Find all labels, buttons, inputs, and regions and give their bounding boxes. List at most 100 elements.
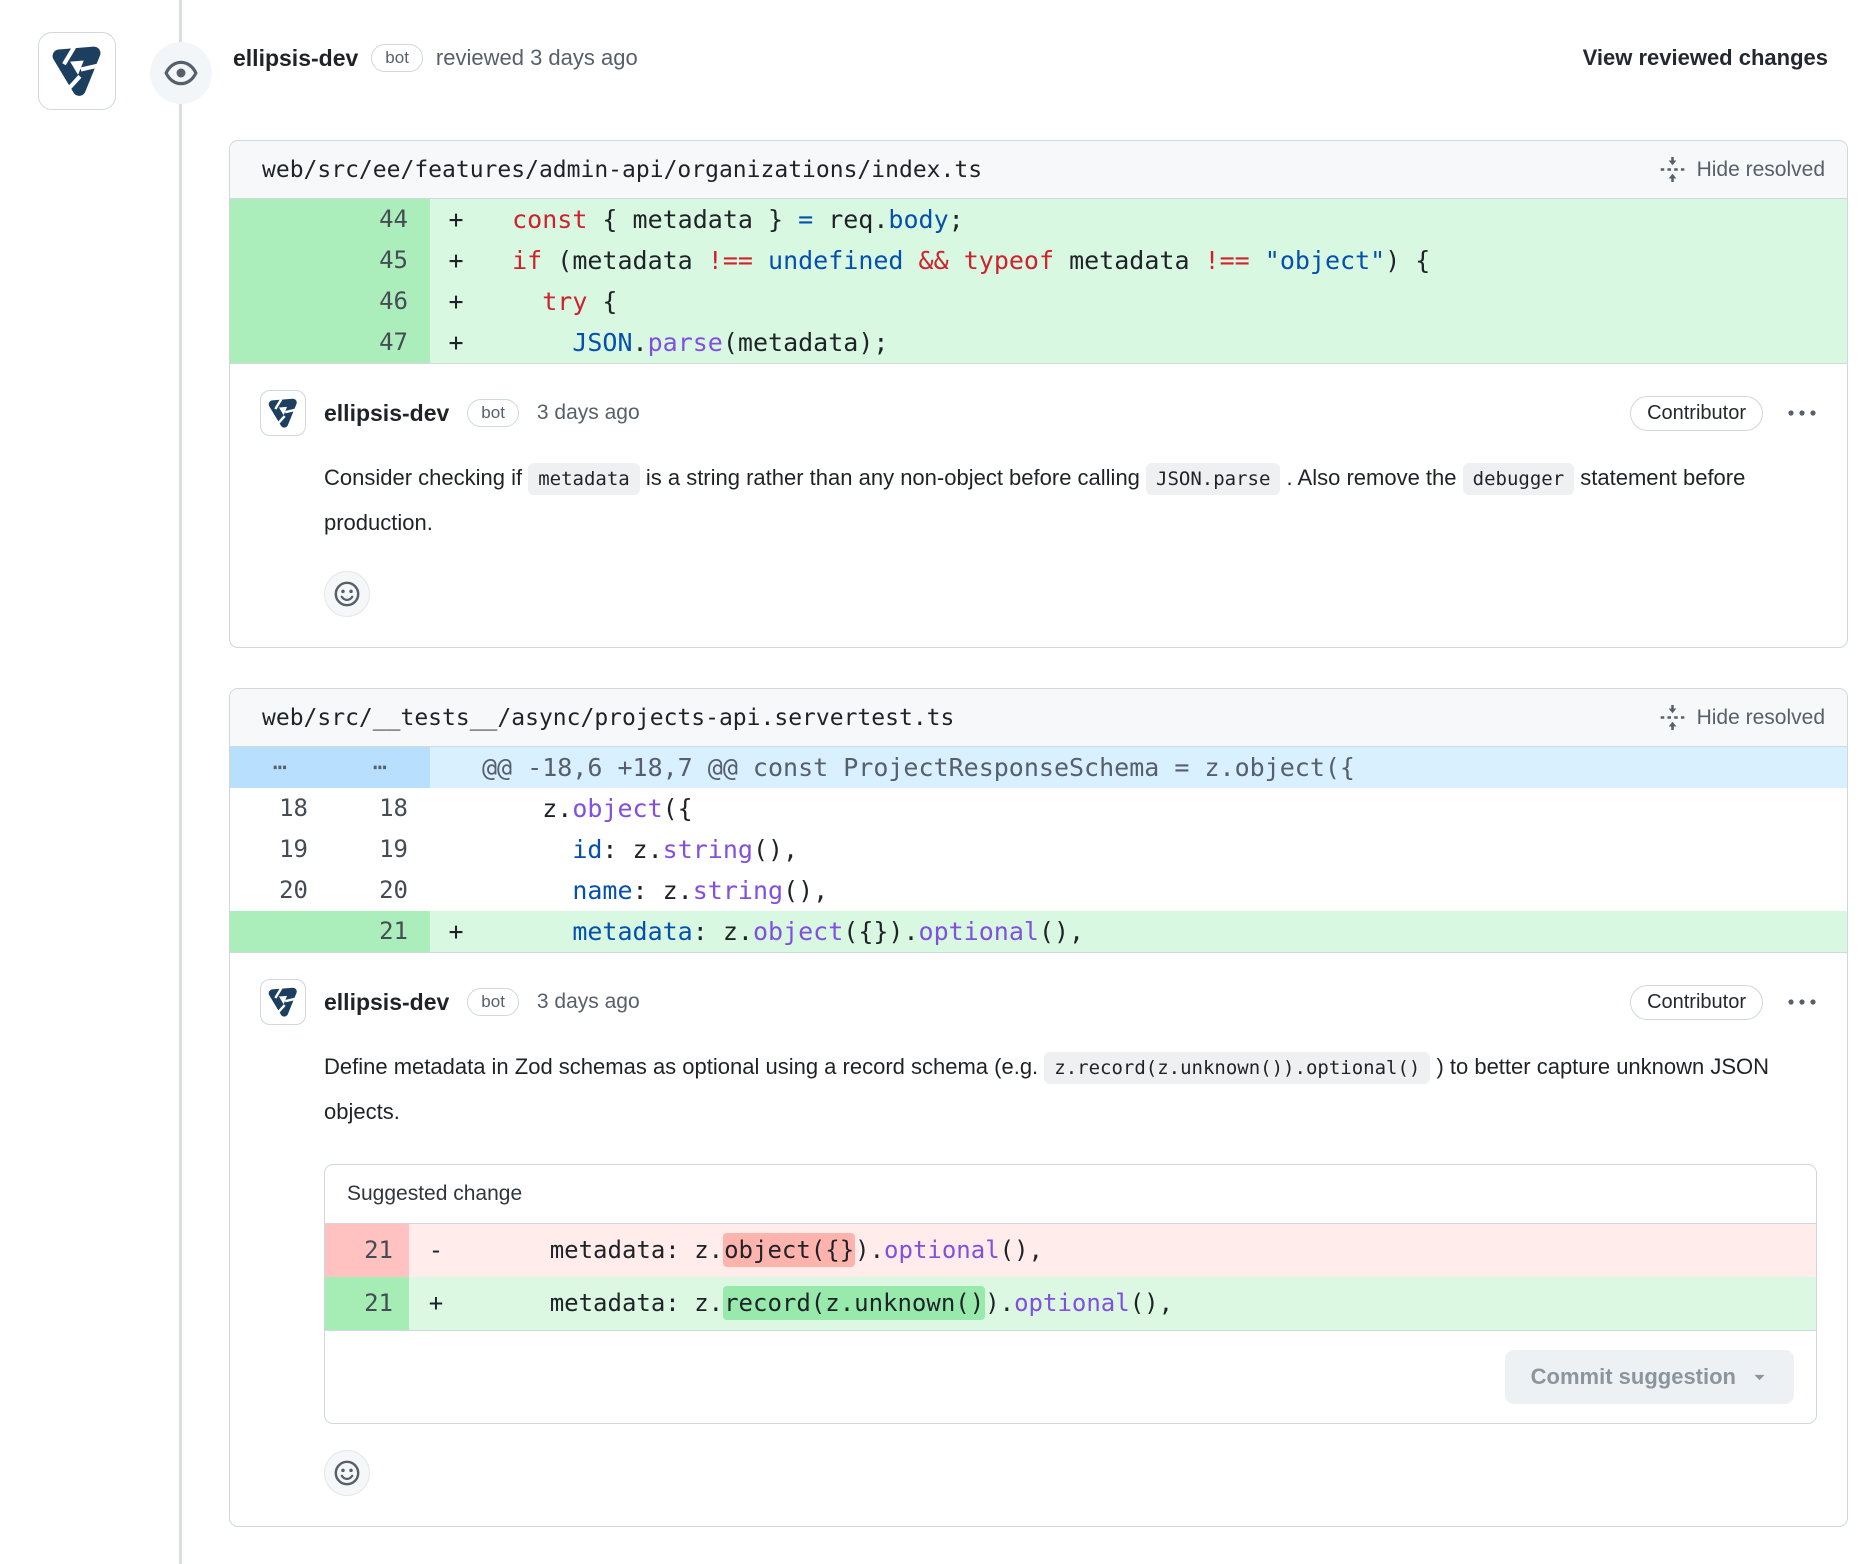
suggested-change-block: Suggested change 21 - metadata: z.object… — [324, 1164, 1817, 1424]
code-line: if (metadata !== undefined && typeof met… — [482, 240, 1847, 281]
add-reaction-button[interactable] — [324, 1450, 370, 1496]
suggestion-addition-line: 21 + metadata: z.record(z.unknown()).opt… — [325, 1277, 1816, 1330]
expand-dots-icon[interactable]: ⋯ — [330, 747, 430, 788]
bot-badge: bot — [467, 988, 519, 1016]
code-line: const { metadata } = req.body; — [482, 199, 1847, 240]
reviewer-avatar[interactable] — [38, 32, 116, 110]
comment-author-name[interactable]: ellipsis-dev — [324, 989, 449, 1016]
diff-line: 46 + try { — [230, 281, 1847, 322]
expand-dots-icon[interactable]: ⋯ — [230, 747, 330, 788]
new-line-number: 21 — [330, 911, 430, 952]
diff-line: 47 + JSON.parse(metadata); — [230, 322, 1847, 363]
diff-marker: - — [409, 1224, 463, 1277]
file-path-link[interactable]: web/src/__tests__/async/projects-api.ser… — [262, 705, 954, 731]
code-line: JSON.parse(metadata); — [482, 322, 1847, 363]
diff-marker — [430, 829, 482, 870]
comment-menu-button[interactable] — [1787, 408, 1817, 418]
old-line-number: 20 — [230, 870, 330, 911]
code-line: id: z.string(), — [482, 829, 1847, 870]
old-line-number: 19 — [230, 829, 330, 870]
review-comment: ellipsis-dev bot 3 days ago Contributor … — [230, 363, 1847, 647]
commit-suggestion-button[interactable]: Commit suggestion — [1505, 1350, 1794, 1404]
new-line-number: 44 — [330, 199, 430, 240]
diff-line: 45 + if (metadata !== undefined && typeo… — [230, 240, 1847, 281]
comment-author-avatar[interactable] — [260, 390, 306, 436]
timeline-line — [179, 0, 182, 1564]
eye-icon — [164, 56, 198, 90]
review-comment: ellipsis-dev bot 3 days ago Contributor … — [230, 952, 1847, 1526]
review-thread-card: web/src/ee/features/admin-api/organizati… — [229, 140, 1848, 648]
diff-marker: + — [430, 322, 482, 363]
thread-file-header: web/src/ee/features/admin-api/organizati… — [230, 141, 1847, 199]
diff-marker — [430, 870, 482, 911]
review-action-text: reviewed 3 days ago — [436, 45, 638, 71]
comment-body: Consider checking if metadata is a strin… — [324, 456, 1817, 545]
diff-line: 21 + metadata: z.object({}).optional(), — [230, 911, 1847, 952]
kebab-icon — [1787, 997, 1817, 1007]
bot-badge: bot — [467, 399, 519, 427]
old-line-number — [230, 322, 330, 363]
comment-author-name[interactable]: ellipsis-dev — [324, 400, 449, 427]
review-header: ellipsis-dev bot reviewed 3 days ago Vie… — [0, 0, 1858, 116]
diff-marker — [430, 788, 482, 829]
review-threads: web/src/ee/features/admin-api/organizati… — [229, 140, 1848, 1527]
diff-marker: + — [430, 281, 482, 322]
new-line-number: 19 — [330, 829, 430, 870]
diff-line: 44 + const { metadata } = req.body; — [230, 199, 1847, 240]
thread-file-header: web/src/__tests__/async/projects-api.ser… — [230, 689, 1847, 747]
comment-timestamp[interactable]: 3 days ago — [537, 990, 640, 1014]
ellipsis-logo-icon — [266, 396, 300, 430]
new-line-number: 45 — [330, 240, 430, 281]
diff-line: 20 20 name: z.string(), — [230, 870, 1847, 911]
kebab-icon — [1787, 408, 1817, 418]
old-line-number — [230, 199, 330, 240]
new-line-number: 47 — [330, 322, 430, 363]
hide-resolved-label: Hide resolved — [1697, 706, 1825, 730]
review-thread-card: web/src/__tests__/async/projects-api.ser… — [229, 688, 1848, 1527]
comment-menu-button[interactable] — [1787, 997, 1817, 1007]
commit-suggestion-label: Commit suggestion — [1531, 1364, 1736, 1390]
hunk-header-line: ⋯ ⋯ @@ -18,6 +18,7 @@ const ProjectRespo… — [230, 747, 1847, 788]
comment-body: Define metadata in Zod schemas as option… — [324, 1045, 1817, 1134]
hide-resolved-button[interactable]: Hide resolved — [1659, 156, 1825, 183]
suggestion-deletion-line: 21 - metadata: z.object({}).optional(), — [325, 1224, 1816, 1277]
file-path-link[interactable]: web/src/ee/features/admin-api/organizati… — [262, 157, 982, 183]
ellipsis-logo-icon — [48, 42, 106, 100]
fold-icon — [1659, 704, 1686, 731]
new-line-number: 20 — [330, 870, 430, 911]
code-line: metadata: z.object({}).optional(), — [463, 1224, 1816, 1277]
review-eye-badge — [150, 42, 212, 104]
diff-block: ⋯ ⋯ @@ -18,6 +18,7 @@ const ProjectRespo… — [230, 747, 1847, 952]
smiley-icon — [333, 580, 361, 608]
hide-resolved-label: Hide resolved — [1697, 158, 1825, 182]
ellipsis-logo-icon — [266, 985, 300, 1019]
code-line: z.object({ — [482, 788, 1847, 829]
diff-marker: + — [409, 1277, 463, 1330]
reviewer-name[interactable]: ellipsis-dev — [233, 45, 358, 72]
old-line-number — [230, 281, 330, 322]
caret-down-icon — [1751, 1369, 1768, 1386]
diff-marker: + — [430, 199, 482, 240]
line-number: 21 — [325, 1224, 409, 1277]
hunk-header-text: @@ -18,6 +18,7 @@ const ProjectResponseS… — [430, 747, 1847, 788]
view-reviewed-changes-link[interactable]: View reviewed changes — [1583, 45, 1828, 71]
old-line-number: 18 — [230, 788, 330, 829]
code-line: name: z.string(), — [482, 870, 1847, 911]
suggested-change-title: Suggested change — [325, 1165, 1816, 1224]
comment-author-avatar[interactable] — [260, 979, 306, 1025]
new-line-number: 18 — [330, 788, 430, 829]
old-line-number — [230, 240, 330, 281]
hide-resolved-button[interactable]: Hide resolved — [1659, 704, 1825, 731]
code-line: metadata: z.record(z.unknown()).optional… — [463, 1277, 1816, 1330]
comment-timestamp[interactable]: 3 days ago — [537, 401, 640, 425]
add-reaction-button[interactable] — [324, 571, 370, 617]
diff-block: 44 + const { metadata } = req.body; 45 +… — [230, 199, 1847, 363]
smiley-icon — [333, 1459, 361, 1487]
diff-line: 18 18 z.object({ — [230, 788, 1847, 829]
new-line-number: 46 — [330, 281, 430, 322]
diff-line: 19 19 id: z.string(), — [230, 829, 1847, 870]
contributor-badge: Contributor — [1630, 396, 1763, 431]
contributor-badge: Contributor — [1630, 985, 1763, 1020]
diff-marker: + — [430, 240, 482, 281]
old-line-number — [230, 911, 330, 952]
